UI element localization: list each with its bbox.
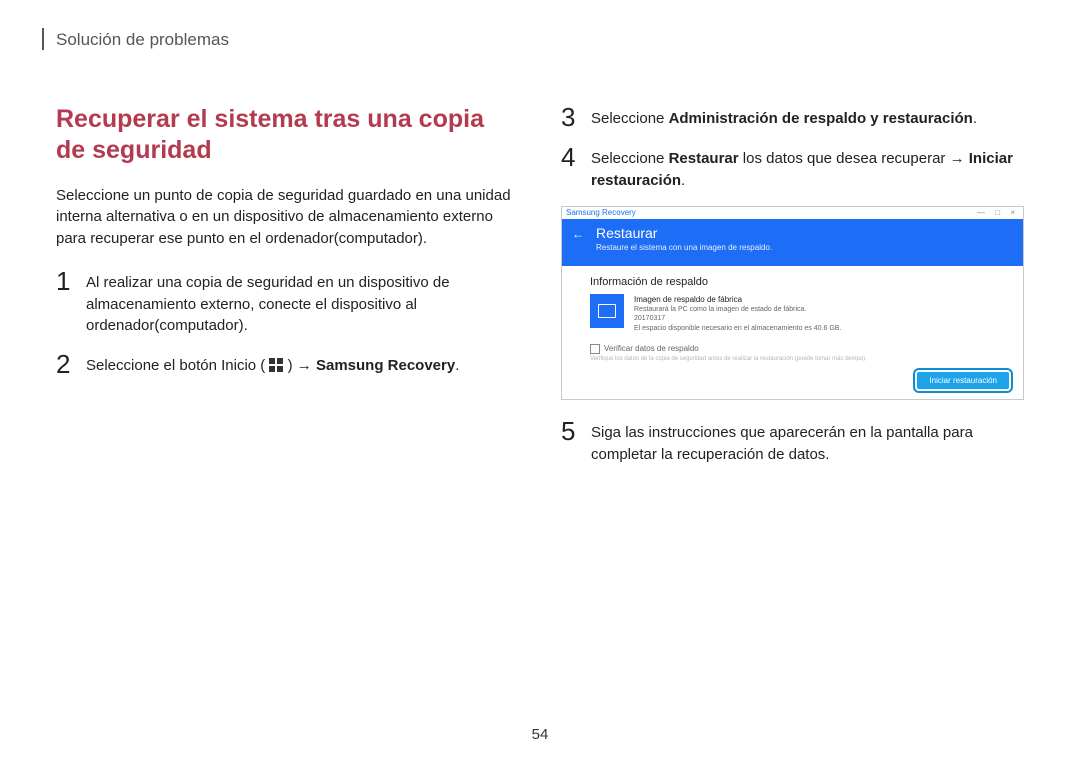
- screenshot-body: Información de respaldo Imagen de respal…: [562, 266, 1023, 373]
- recovery-screenshot: Samsung Recovery — □ × ← Restaurar Resta…: [561, 206, 1024, 401]
- step-text: Seleccione el botón Inicio ( ) → Samsung…: [86, 351, 459, 377]
- step3-part-c: .: [973, 110, 977, 127]
- step-number: 4: [561, 144, 591, 170]
- step-number: 2: [56, 351, 86, 377]
- step-2: 2 Seleccione el botón Inicio ( ) → Samsu…: [56, 351, 519, 377]
- step4-part-c: .: [681, 172, 685, 189]
- info-line-4: El espacio disponible necesario en el al…: [634, 324, 841, 334]
- page-number: 54: [0, 726, 1080, 743]
- screenshot-subtitle: Restaure el sistema con una imagen de re…: [596, 243, 1013, 252]
- step4-bold1: Restaurar: [669, 150, 739, 167]
- step-3: 3 Seleccione Administración de respaldo …: [561, 104, 1024, 130]
- step3-part-a: Seleccione: [591, 110, 669, 127]
- step-number: 5: [561, 418, 591, 444]
- screenshot-titlebar: Samsung Recovery — □ ×: [562, 207, 1023, 219]
- info-row: Imagen de respaldo de fábrica Restaurará…: [590, 294, 1001, 335]
- step4-part-a: Seleccione: [591, 150, 669, 167]
- info-lines: Imagen de respaldo de fábrica Restaurará…: [634, 294, 841, 335]
- left-column: Recuperar el sistema tras una copia de s…: [56, 104, 519, 480]
- monitor-icon: [590, 294, 624, 328]
- step2-part-c: .: [455, 357, 459, 374]
- step-1: 1 Al realizar una copia de seguridad en …: [56, 268, 519, 337]
- section-title: Recuperar el sistema tras una copia de s…: [56, 104, 519, 167]
- step3-bold: Administración de respaldo y restauració…: [669, 110, 973, 127]
- verify-description: Verifique los datos de la copia de segur…: [590, 356, 1001, 362]
- step2-part-a: Seleccione el botón Inicio (: [86, 357, 265, 374]
- content-columns: Recuperar el sistema tras una copia de s…: [56, 104, 1024, 480]
- step-5: 5 Siga las instrucciones que aparecerán …: [561, 418, 1024, 466]
- start-restore-button: Iniciar restauración: [917, 372, 1009, 389]
- verify-title: Verificar datos de respaldo: [604, 344, 699, 353]
- verify-row: Verificar datos de respaldo Verifique lo…: [590, 344, 1001, 362]
- action-row: Iniciar restauración: [562, 372, 1023, 399]
- screenshot-app-name: Samsung Recovery: [566, 208, 636, 217]
- header-divider: [42, 28, 44, 50]
- screenshot-title: Restaurar: [596, 225, 1013, 241]
- window-buttons-icon: — □ ×: [977, 208, 1019, 217]
- document-page: Solución de problemas Recuperar el siste…: [0, 0, 1080, 763]
- step-text: Seleccione Restaurar los datos que desea…: [591, 144, 1024, 192]
- step2-part-b: ) →: [288, 357, 316, 374]
- info-line-2: Restaurará la PC como la imagen de estad…: [634, 305, 841, 315]
- windows-start-icon: [269, 358, 283, 372]
- step-number: 3: [561, 104, 591, 130]
- screenshot-blue-header: ← Restaurar Restaure el sistema con una …: [562, 219, 1023, 266]
- page-header: Solución de problemas: [56, 30, 1024, 50]
- step-text: Siga las instrucciones que aparecerán en…: [591, 418, 1024, 466]
- step-text: Seleccione Administración de respaldo y …: [591, 104, 977, 130]
- step2-bold: Samsung Recovery: [316, 357, 455, 374]
- info-line-3: 20170317: [634, 314, 841, 324]
- step-4: 4 Seleccione Restaurar los datos que des…: [561, 144, 1024, 192]
- intro-paragraph: Seleccione un punto de copia de segurida…: [56, 185, 519, 250]
- checkbox-icon: [590, 344, 600, 354]
- info-section-title: Información de respaldo: [590, 276, 1001, 288]
- step4-part-b: los datos que desea recuperar →: [739, 150, 969, 167]
- step-number: 1: [56, 268, 86, 294]
- info-line-1: Imagen de respaldo de fábrica: [634, 294, 841, 305]
- right-column: 3 Seleccione Administración de respaldo …: [561, 104, 1024, 480]
- step-text: Al realizar una copia de seguridad en un…: [86, 268, 519, 337]
- back-arrow-icon: ←: [572, 227, 584, 241]
